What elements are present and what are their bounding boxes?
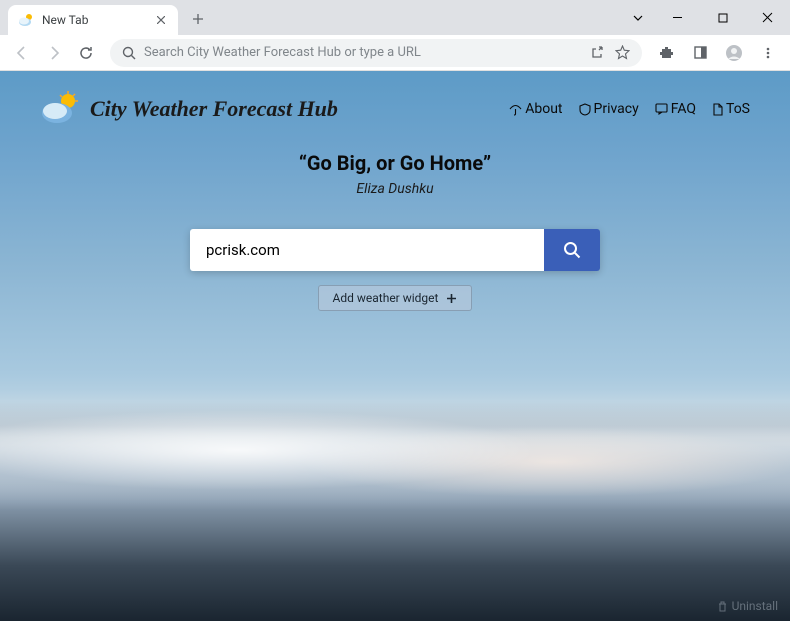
back-button[interactable] [8, 39, 36, 67]
quote-author: Eliza Dushku [0, 181, 790, 197]
logo-area: City Weather Forecast Hub [40, 91, 338, 127]
logo-weather-icon [40, 91, 80, 127]
trash-icon [717, 601, 728, 612]
shield-icon [579, 103, 591, 116]
share-icon[interactable] [590, 45, 605, 60]
umbrella-icon [509, 103, 522, 116]
background-clouds [0, 390, 790, 510]
add-weather-widget-button[interactable]: Add weather widget [318, 285, 472, 311]
browser-tab[interactable]: New Tab [8, 5, 178, 35]
nav-links: About Privacy FAQ ToS [509, 101, 750, 117]
tab-favicon-weather-icon [18, 12, 34, 28]
close-window-button[interactable] [745, 3, 790, 33]
search-icon [562, 240, 582, 260]
nav-faq[interactable]: FAQ [655, 101, 696, 117]
forward-button[interactable] [40, 39, 68, 67]
site-title: City Weather Forecast Hub [90, 96, 338, 122]
browser-toolbar: Search City Weather Forecast Hub or type… [0, 35, 790, 71]
page-content: City Weather Forecast Hub About Privacy … [0, 71, 790, 621]
search-button[interactable] [544, 229, 600, 271]
document-icon [712, 103, 723, 116]
bookmark-star-icon[interactable] [615, 45, 630, 60]
reload-button[interactable] [72, 39, 100, 67]
search-input[interactable] [190, 229, 544, 271]
nav-privacy-label: Privacy [594, 101, 639, 117]
new-tab-button[interactable] [184, 5, 212, 33]
window-controls [621, 0, 790, 35]
tab-close-button[interactable] [154, 13, 168, 27]
maximize-button[interactable] [700, 3, 745, 33]
menu-button[interactable] [754, 39, 782, 67]
search-box [190, 229, 600, 271]
nav-tos-label: ToS [726, 101, 750, 117]
side-panel-button[interactable] [686, 39, 714, 67]
omnibox[interactable]: Search City Weather Forecast Hub or type… [110, 39, 642, 67]
uninstall-label: Uninstall [732, 599, 778, 613]
tab-title: New Tab [42, 13, 154, 27]
chat-icon [655, 103, 668, 115]
nav-about-label: About [525, 101, 562, 117]
site-header: City Weather Forecast Hub About Privacy … [40, 91, 750, 127]
search-icon [122, 46, 136, 60]
tab-dropdown-button[interactable] [621, 3, 655, 33]
quote-block: “Go Big, or Go Home” Eliza Dushku [0, 151, 790, 197]
widget-button-label: Add weather widget [333, 291, 439, 305]
search-area: Add weather widget [190, 229, 600, 311]
omnibox-placeholder: Search City Weather Forecast Hub or type… [144, 45, 590, 60]
quote-text: “Go Big, or Go Home” [0, 151, 790, 175]
nav-about[interactable]: About [509, 101, 562, 117]
browser-titlebar: New Tab [0, 0, 790, 35]
nav-tos[interactable]: ToS [712, 101, 750, 117]
plus-icon [446, 293, 457, 304]
extensions-button[interactable] [652, 39, 680, 67]
uninstall-link[interactable]: Uninstall [717, 599, 778, 613]
profile-button[interactable] [720, 39, 748, 67]
nav-privacy[interactable]: Privacy [579, 101, 639, 117]
nav-faq-label: FAQ [671, 101, 696, 117]
minimize-button[interactable] [655, 3, 700, 33]
